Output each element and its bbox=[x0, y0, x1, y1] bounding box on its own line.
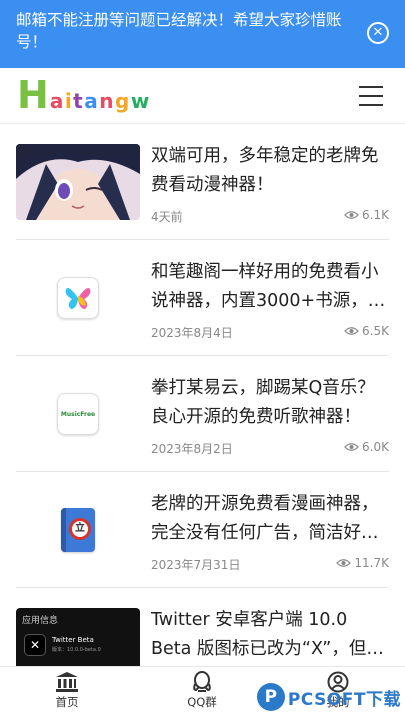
tab-qq-group[interactable]: QQ群 bbox=[162, 671, 242, 710]
article-date: 2023年7月31日 bbox=[151, 558, 241, 572]
logo-letter: g bbox=[114, 89, 130, 113]
article-date: 4天前 bbox=[151, 210, 183, 224]
butterfly-app-thumbnail[interactable] bbox=[16, 260, 140, 336]
article-item[interactable]: MusicFree 拳打某易云，脚踢某Q音乐？良心开源的免费听歌神器！ 2023… bbox=[16, 356, 389, 472]
butterfly-app-icon bbox=[57, 277, 99, 319]
eye-icon bbox=[344, 327, 359, 335]
logo-letter: n bbox=[99, 89, 114, 113]
view-count-value: 11.7K bbox=[354, 556, 389, 570]
view-count: 6.5K bbox=[344, 324, 389, 338]
musicfree-app-thumbnail[interactable]: MusicFree bbox=[16, 376, 140, 452]
announcement-text: 邮箱不能注册等问题已经解决！希望大家珍惜账号！ bbox=[16, 11, 342, 51]
article-item[interactable]: 双端可用，多年稳定的老牌免费看动漫神器！ 4天前 6.1K bbox=[16, 124, 389, 240]
site-logo[interactable]: H aitangw bbox=[17, 73, 150, 117]
view-count: 6.1K bbox=[344, 208, 389, 222]
logo-letter: w bbox=[130, 89, 150, 113]
logo-letter: a bbox=[84, 89, 99, 113]
app-info-label: 应用信息 bbox=[22, 616, 59, 626]
book-app-icon: 立 bbox=[61, 508, 95, 552]
tab-home[interactable]: 首页 bbox=[27, 671, 107, 710]
close-icon[interactable]: ✕ bbox=[367, 22, 389, 44]
musicfree-label: MusicFree bbox=[60, 410, 96, 418]
musicfree-app-icon: MusicFree bbox=[57, 393, 99, 435]
book-badge: 立 bbox=[69, 518, 91, 540]
eye-icon bbox=[344, 211, 359, 219]
watermark-logo: P bbox=[256, 683, 285, 711]
twitter-version-label: 版本：10.0.0-beta.0 bbox=[52, 647, 101, 653]
article-item[interactable]: 立 老牌的开源免费看漫画神器，完全没有任何广告，简洁好用！ 2023年7月31日… bbox=[16, 472, 389, 588]
pcsoft-watermark: P PCSOFT下载 bbox=[256, 683, 401, 711]
logo-letter: a bbox=[49, 89, 64, 113]
qq-penguin-icon bbox=[193, 671, 211, 692]
article-title[interactable]: 拳打某易云，脚踢某Q音乐？良心开源的免费听歌神器！ bbox=[151, 374, 389, 432]
tab-qq-label: QQ群 bbox=[187, 695, 217, 709]
tab-home-label: 首页 bbox=[55, 695, 79, 709]
anime-girl-image[interactable] bbox=[16, 144, 140, 220]
logo-letter: i bbox=[64, 89, 73, 113]
eye-icon bbox=[344, 443, 359, 451]
view-count: 6.0K bbox=[344, 440, 389, 454]
article-date: 2023年8月4日 bbox=[151, 326, 233, 340]
announcement-banner: 邮箱不能注册等问题已经解决！希望大家珍惜账号！ ✕ bbox=[0, 0, 405, 68]
article-item[interactable]: 和笔趣阁一样好用的免费看小说神器，内置3000+书源，一键搜索全网！ 2023年… bbox=[16, 240, 389, 356]
bank-icon bbox=[56, 672, 78, 692]
site-header: H aitangw bbox=[0, 68, 405, 124]
book-app-thumbnail[interactable]: 立 bbox=[16, 492, 140, 568]
eye-icon bbox=[336, 559, 352, 567]
logo-letter: t bbox=[73, 89, 84, 113]
view-count-value: 6.5K bbox=[362, 324, 389, 338]
logo-initial: H bbox=[17, 73, 49, 117]
view-count-value: 6.1K bbox=[362, 208, 389, 222]
view-count: 11.7K bbox=[336, 556, 389, 570]
hamburger-menu-icon[interactable] bbox=[359, 86, 383, 106]
twitter-beta-label: Twitter Beta bbox=[52, 636, 94, 644]
article-title[interactable]: 和笔趣阁一样好用的免费看小说神器，内置3000+书源，一键搜索全网！ bbox=[151, 258, 389, 316]
article-title[interactable]: 双端可用，多年稳定的老牌免费看动漫神器！ bbox=[151, 142, 389, 200]
watermark-text: PCSOFT下载 bbox=[287, 689, 401, 710]
x-logo-icon: ✕ bbox=[24, 634, 46, 656]
article-title[interactable]: 老牌的开源免费看漫画神器，完全没有任何广告，简洁好用！ bbox=[151, 490, 389, 548]
article-list: 双端可用，多年稳定的老牌免费看动漫神器！ 4天前 6.1K 和笔趣阁一样好用的免… bbox=[16, 124, 389, 704]
article-date: 2023年8月2日 bbox=[151, 442, 233, 456]
article-title[interactable]: Twitter 安卓客户端 10.0 Beta 版图标已改为“X”，但… bbox=[151, 606, 389, 664]
view-count-value: 6.0K bbox=[362, 440, 389, 454]
